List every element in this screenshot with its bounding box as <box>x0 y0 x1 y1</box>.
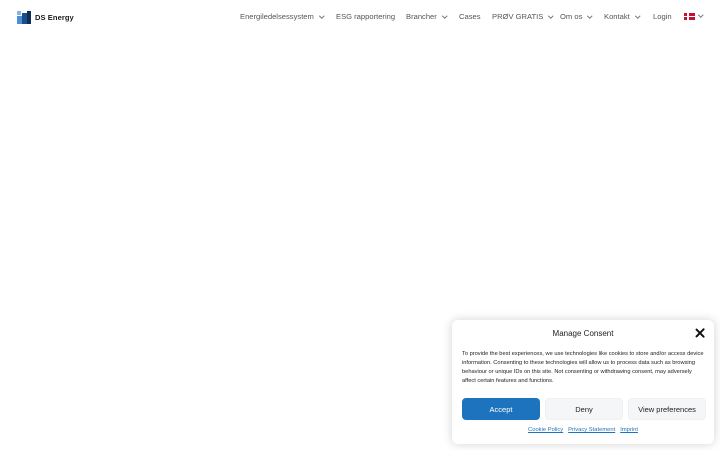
nav-item-kontakt[interactable]: Kontakt <box>604 12 640 21</box>
chevron-down-icon <box>587 13 593 18</box>
consent-title: Manage Consent <box>552 329 614 338</box>
imprint-link[interactable]: Imprint <box>620 427 638 433</box>
deny-button[interactable]: Deny <box>545 398 623 420</box>
main-nav: Energiledelsessystem ESG rapportering Br… <box>0 12 720 24</box>
accept-button[interactable]: Accept <box>462 398 540 420</box>
nav-label: Kontakt <box>604 12 630 21</box>
chevron-down-icon <box>698 12 704 18</box>
nav-item-cases[interactable]: Cases <box>459 12 481 21</box>
privacy-statement-link[interactable]: Privacy Statement <box>568 427 615 433</box>
nav-item-login[interactable]: Login <box>653 12 672 21</box>
chevron-down-icon <box>635 13 640 18</box>
nav-label: Login <box>653 12 672 21</box>
consent-dialog: Manage Consent To provide the best exper… <box>452 320 714 444</box>
flag-denmark-icon <box>684 13 695 20</box>
cookie-policy-link[interactable]: Cookie Policy <box>528 427 563 433</box>
site-header: DS Energy Energiledelsessystem ESG rappo… <box>0 0 720 36</box>
nav-label: ESG rapportering <box>336 12 396 21</box>
nav-label: PRØV GRATIS <box>492 12 544 21</box>
nav-label: Brancher <box>406 12 437 21</box>
chevron-down-icon <box>548 13 554 18</box>
language-switcher[interactable] <box>684 12 704 20</box>
chevron-down-icon <box>319 13 325 18</box>
view-preferences-button[interactable]: View preferences <box>628 398 706 420</box>
nav-label: Om os <box>560 12 583 21</box>
consent-links: Cookie Policy Privacy Statement Imprint <box>452 427 714 433</box>
nav-item-energiledelsessystem[interactable]: Energiledelsessystem <box>240 12 325 21</box>
consent-text: To provide the best experiences, we use … <box>462 351 704 384</box>
nav-item-om-os[interactable]: Om os <box>560 12 593 21</box>
nav-item-brancher[interactable]: Brancher <box>406 12 448 21</box>
nav-label: Cases <box>459 12 481 21</box>
nav-item-prov-gratis[interactable]: PRØV GRATIS <box>492 12 554 21</box>
nav-item-esg-rapportering[interactable]: ESG rapportering <box>336 12 395 21</box>
nav-label: Energiledelsessystem <box>240 12 314 21</box>
close-icon[interactable] <box>695 328 705 338</box>
chevron-down-icon <box>442 13 448 18</box>
